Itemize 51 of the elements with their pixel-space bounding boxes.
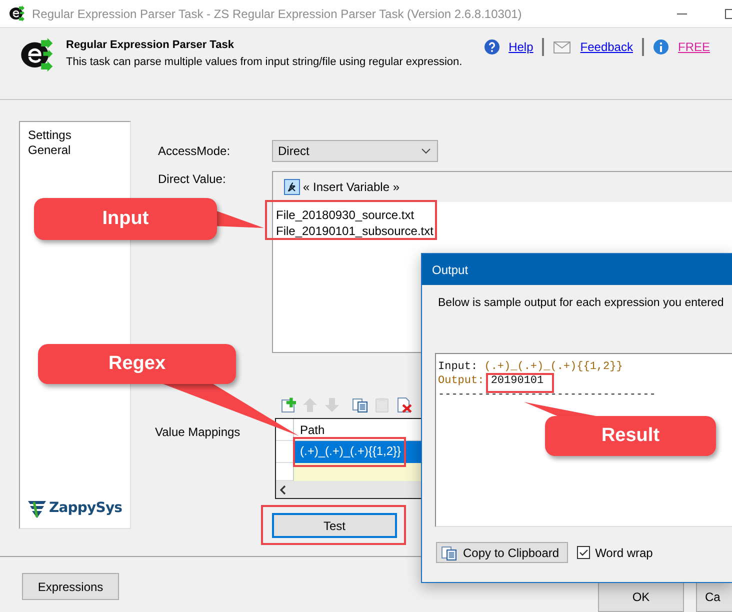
app-logo (18, 37, 54, 73)
task-title: Regular Expression Parser Task (66, 39, 235, 51)
task-description: This task can parse multiple values from input string/file using regular expression. (66, 56, 462, 68)
callout: Regex (38, 344, 236, 384)
field-label: Direct Value: (157, 172, 227, 186)
dialog-button[interactable]: Ca (696, 581, 732, 612)
column-header: Path (294, 419, 421, 441)
separator-text: --------------------------------- (438, 389, 656, 401)
output-label: Output: (438, 375, 484, 387)
envelope-icon (553, 39, 572, 55)
logo-text: ZappySys (49, 500, 122, 516)
link[interactable]: Help (508, 40, 534, 54)
field-label: AccessMode: (157, 144, 232, 158)
copy-icon (441, 544, 457, 560)
text-line: File_20180930_source.txt (276, 207, 416, 223)
dialog-button[interactable]: OK (598, 581, 684, 612)
callout: Input (34, 198, 217, 240)
row-header (276, 441, 294, 463)
output-label: Input: (438, 361, 478, 373)
table-cell[interactable]: (.+)_(.+)_(.+){{1,2}} (294, 441, 421, 463)
window-title: Regular Expression Parser Task - ZS Regular Expression Parser Task (Version 2.6.8.10301) (32, 6, 522, 20)
add-row-icon[interactable] (280, 397, 296, 413)
maximize-icon[interactable] (724, 8, 732, 20)
dialog-title: Output (432, 262, 468, 276)
link[interactable]: FREE (678, 40, 710, 54)
checkbox-label: Word wrap (595, 546, 653, 560)
access-mode-dropdown[interactable]: Direct (272, 140, 438, 162)
highlight-frame (486, 373, 554, 393)
app-icon (8, 4, 26, 22)
delete-icon[interactable] (396, 397, 412, 413)
chevron-left-icon[interactable] (279, 484, 287, 494)
logo-icon (28, 498, 46, 518)
test-button[interactable]: Test (272, 513, 397, 538)
sidebar-item[interactable]: General (28, 143, 122, 158)
checkbox[interactable] (577, 546, 590, 559)
insert-variable-button[interactable]: « Insert Variable » (303, 180, 400, 194)
variable-icon (284, 179, 300, 195)
dialog-message: Below is sample output for each expression you entered (438, 297, 725, 309)
text-line: File_20190101_subsource.txt (276, 223, 434, 239)
field-label: Value Mappings (155, 425, 240, 439)
help-icon (484, 39, 500, 55)
sidebar-item[interactable]: Settings (28, 128, 122, 143)
output-value: (.+)_(.+)_(.+){{1,2}} (484, 361, 623, 373)
copy-button[interactable]: Copy to Clipboard (436, 542, 568, 563)
copy-icon[interactable] (352, 397, 368, 413)
chevron-down-icon (421, 148, 431, 154)
link[interactable]: Feedback (580, 40, 633, 54)
dialog-button[interactable]: Expressions (22, 573, 119, 600)
output-value: 20190101 (490, 375, 544, 387)
info-icon (652, 39, 669, 55)
row-header (276, 463, 294, 481)
